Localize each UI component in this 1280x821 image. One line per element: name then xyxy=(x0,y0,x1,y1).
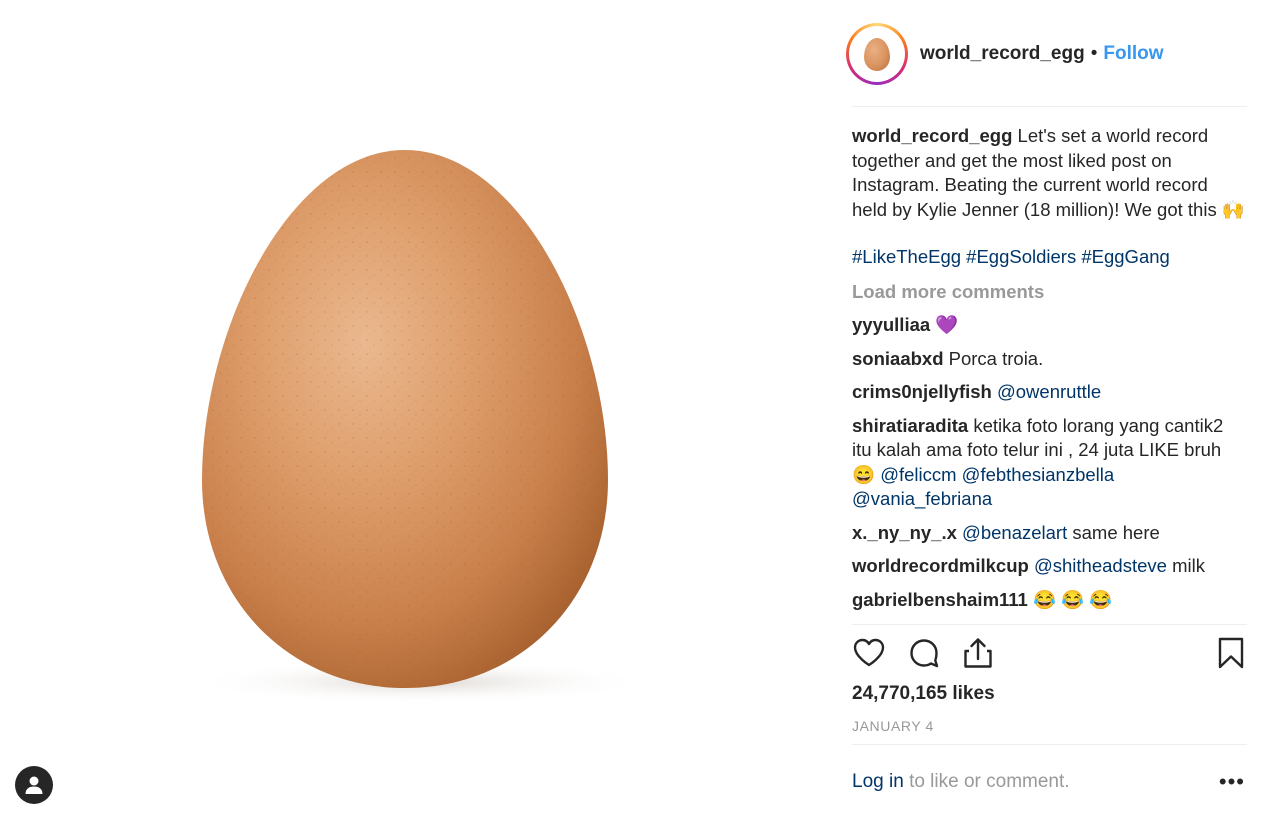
comment-item: yyyulliaa 💜 xyxy=(852,313,1247,338)
comment-mention[interactable]: @feliccm @febthesianzbella @vania_febria… xyxy=(852,464,1114,510)
user-profile-icon xyxy=(25,776,43,794)
header-divider xyxy=(852,106,1247,107)
post-header: world_record_egg • Follow xyxy=(846,20,1164,88)
actions-divider xyxy=(852,624,1247,625)
login-prompt: Log in to like or comment. ••• xyxy=(852,769,1247,795)
like-count[interactable]: 24,770,165 likes xyxy=(852,683,995,705)
bookmark-icon[interactable] xyxy=(1216,636,1246,670)
comment-text: same here xyxy=(1072,521,1160,543)
comment-item: x._ny_ny_.x @benazelart same here xyxy=(852,521,1247,546)
action-bar xyxy=(852,636,1247,674)
footer-divider xyxy=(852,744,1247,745)
comment-item: worldrecordmilkcup @shitheadsteve milk xyxy=(852,554,1247,579)
caption-hashtags[interactable]: #LikeTheEgg #EggSoldiers #EggGang xyxy=(852,245,1247,270)
caption: world_record_egg Let's set a world recor… xyxy=(852,124,1247,222)
comment-username[interactable]: shiratiaradita xyxy=(852,415,968,436)
comment-text: Porca troia. xyxy=(948,347,1044,369)
comment-username[interactable]: crims0njellyfish xyxy=(852,381,992,402)
header-username[interactable]: world_record_egg xyxy=(920,43,1085,65)
login-link[interactable]: Log in xyxy=(852,771,904,792)
comment-text: milk xyxy=(1172,555,1205,576)
comment-item: gabrielbenshaim111 😂 😂 😂 xyxy=(852,588,1247,613)
comment-mention[interactable]: @benazelart xyxy=(962,522,1067,543)
egg-image xyxy=(190,150,650,704)
comment-mention[interactable]: @shitheadsteve xyxy=(1034,555,1167,576)
comment-username[interactable]: soniaabxd xyxy=(852,348,944,369)
comment-text: 💜 xyxy=(935,314,959,335)
heart-icon[interactable] xyxy=(852,636,886,670)
profile-button[interactable] xyxy=(15,766,53,804)
comment-text: 😂 😂 😂 xyxy=(1032,588,1113,610)
comment-username[interactable]: worldrecordmilkcup xyxy=(852,555,1029,576)
share-icon[interactable] xyxy=(961,636,995,670)
post-date[interactable]: JANUARY 4 xyxy=(852,718,934,734)
comment-item: shiratiaradita ketika foto lorang yang c… xyxy=(852,414,1247,512)
header-separator: • xyxy=(1090,43,1098,64)
comment-bubble-icon[interactable] xyxy=(907,636,941,670)
follow-button[interactable]: Follow xyxy=(1103,43,1163,65)
login-prompt-text: to like or comment. xyxy=(909,771,1070,792)
comment-mention[interactable]: @owenruttle xyxy=(997,381,1101,402)
comment-username[interactable]: gabrielbenshaim111 xyxy=(852,589,1028,610)
post-sidebar: world_record_egg • Follow world_record_e… xyxy=(846,0,1247,821)
comment-username[interactable]: x._ny_ny_.x xyxy=(852,522,957,543)
caption-username[interactable]: world_record_egg xyxy=(852,125,1012,146)
load-more-comments-button[interactable]: Load more comments xyxy=(852,280,1247,305)
avatar[interactable] xyxy=(846,23,908,85)
comments-section[interactable]: world_record_egg Let's set a world recor… xyxy=(852,124,1247,622)
comment-username[interactable]: yyyulliaa xyxy=(852,314,930,335)
post-photo[interactable] xyxy=(0,0,830,821)
comment-item: soniaabxd Porca troia. xyxy=(852,347,1247,372)
egg-avatar-image xyxy=(864,37,890,71)
more-options-button[interactable]: ••• xyxy=(1219,769,1245,795)
comment-item: crims0njellyfish @owenruttle xyxy=(852,380,1247,405)
